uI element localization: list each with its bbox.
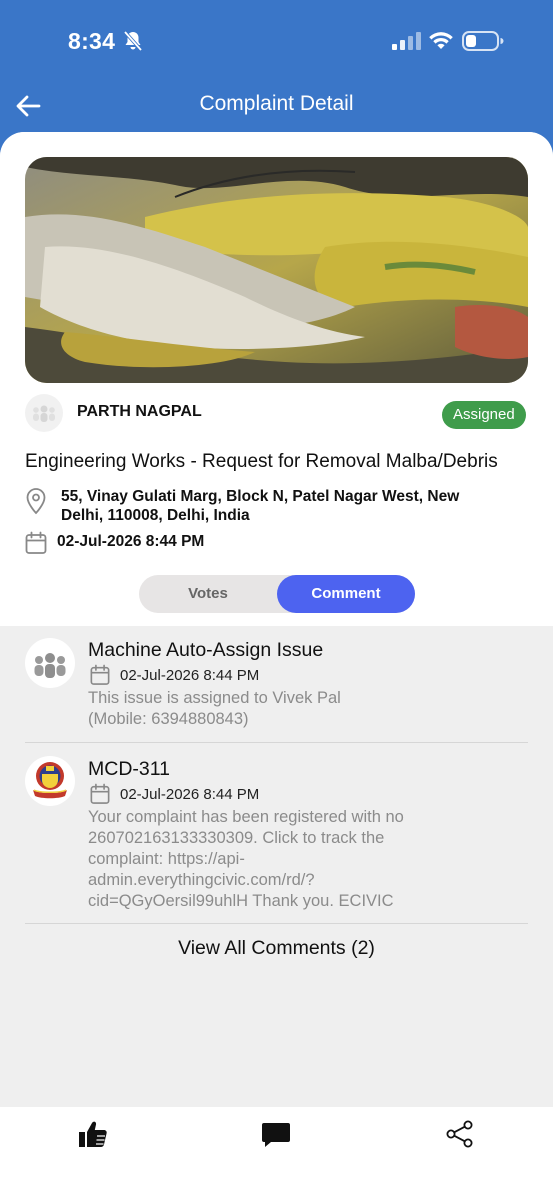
tab-votes[interactable]: Votes [139, 575, 277, 613]
calendar-icon [90, 783, 110, 804]
share-icon[interactable] [443, 1119, 477, 1149]
page-title: Complaint Detail [199, 92, 354, 115]
status-time: 8:34 [68, 28, 116, 54]
battery-icon [462, 31, 504, 51]
complaint-address: 55, Vinay Gulati Marg, Block N, Patel Na… [61, 488, 460, 524]
comment-avatar [25, 638, 75, 688]
calendar-icon [90, 664, 110, 685]
divider [25, 923, 528, 924]
user-avatar [25, 394, 63, 432]
comment-body: This issue is assigned to Vivek Pal (Mob… [88, 689, 341, 728]
people-icon [33, 405, 55, 422]
divider [25, 742, 528, 743]
complaint-title: Engineering Works - Request for Removal … [25, 451, 498, 472]
signal-icon [392, 32, 421, 50]
bottom-action-bar [0, 1107, 553, 1200]
comment-date: 02-Jul-2026 8:44 PM [120, 786, 260, 803]
comment-date: 02-Jul-2026 8:44 PM [120, 667, 260, 684]
user-name: PARTH NAGPAL [77, 403, 202, 420]
mcd-emblem-icon [28, 759, 72, 803]
comment-avatar [25, 756, 75, 806]
location-pin-icon [26, 488, 46, 515]
tab-comment[interactable]: Comment [277, 575, 415, 613]
status-badge: Assigned [442, 401, 526, 429]
comment-author: Machine Auto-Assign Issue [88, 639, 324, 661]
status-bar: 8:34 [0, 0, 553, 80]
complaint-photo[interactable] [25, 157, 528, 383]
bell-muted-icon [123, 30, 143, 52]
people-icon [34, 653, 66, 678]
votes-comment-toggle: Votes Comment [139, 575, 415, 613]
view-all-comments-button[interactable]: View All Comments (2) [0, 937, 553, 960]
complaint-card: PARTH NAGPAL Assigned Engineering Works … [0, 132, 553, 626]
comment-body[interactable]: Your complaint has been registered with … [88, 807, 448, 912]
thumbs-up-icon[interactable] [76, 1119, 110, 1149]
nav-bar: Complaint Detail [0, 80, 553, 132]
wifi-icon [429, 32, 453, 49]
comment-icon[interactable] [259, 1119, 293, 1149]
content-area: PARTH NAGPAL Assigned Engineering Works … [0, 132, 553, 1107]
comment-author: MCD-311 [88, 758, 170, 780]
complaint-date: 02-Jul-2026 8:44 PM [57, 533, 205, 550]
calendar-icon [25, 531, 47, 554]
